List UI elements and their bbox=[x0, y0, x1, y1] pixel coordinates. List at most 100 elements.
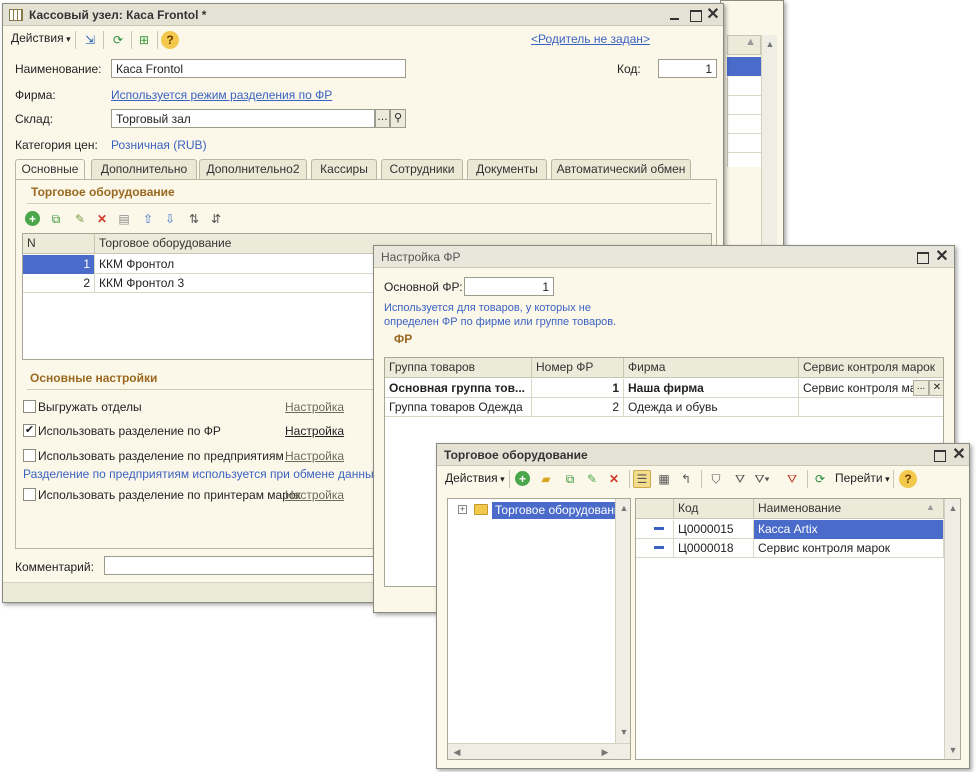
close-button[interactable]: ✕ bbox=[951, 447, 967, 463]
column-n[interactable]: N bbox=[23, 234, 95, 254]
scroll-left-icon[interactable]: ◀ bbox=[450, 745, 464, 759]
delete-icon[interactable]: ✕ bbox=[605, 470, 623, 488]
maximize-button[interactable] bbox=[914, 249, 930, 265]
enterprise-separation-checkbox[interactable] bbox=[23, 449, 36, 462]
list-item[interactable]: Ц0000015 Касса Artix bbox=[636, 520, 960, 539]
add-icon[interactable]: + bbox=[515, 471, 530, 486]
clear-icon[interactable]: ✕ bbox=[929, 380, 943, 396]
scroll-down-icon[interactable]: ▼ bbox=[946, 743, 960, 757]
copy-icon[interactable]: ⧉ bbox=[561, 470, 579, 488]
scroll-up-icon[interactable]: ▲ bbox=[617, 501, 630, 515]
fr-note-line2: определен ФР по фирме или группе товаров… bbox=[384, 316, 617, 328]
close-button[interactable]: ✕ bbox=[934, 249, 950, 265]
tab-additional2[interactable]: Дополнительно2 bbox=[199, 159, 307, 179]
table-row[interactable]: Группа товаров Одежда 2 Одежда и обувь bbox=[385, 398, 943, 417]
scroll-right-icon[interactable]: ▶ bbox=[598, 745, 612, 759]
edit-icon[interactable]: ✎ bbox=[71, 210, 89, 228]
column-code[interactable]: Код bbox=[674, 499, 754, 519]
column-firm[interactable]: Фирма bbox=[624, 358, 799, 378]
column-name[interactable]: Наименование bbox=[754, 499, 944, 519]
background-list-rows bbox=[727, 77, 761, 167]
maximize-button[interactable] bbox=[687, 7, 703, 23]
row-marking-service[interactable]: Сервис контроля мар bbox=[799, 379, 913, 398]
enterprise-separation-label: Использовать разделение по предприятиям bbox=[38, 449, 284, 463]
move-up-icon[interactable]: ⇧ bbox=[139, 210, 157, 228]
row-marking-service[interactable] bbox=[799, 398, 943, 417]
move-down-icon[interactable]: ⇩ bbox=[161, 210, 179, 228]
level-up-icon[interactable]: ↰ bbox=[677, 470, 695, 488]
fr-separation-checkbox[interactable]: ✔ bbox=[23, 424, 36, 437]
fr-titlebar[interactable]: Настройка ФР ✕ bbox=[374, 246, 954, 268]
edit-icon[interactable]: ✎ bbox=[583, 470, 601, 488]
tab-additional[interactable]: Дополнительно bbox=[91, 159, 197, 179]
item-code: Ц0000018 bbox=[674, 539, 754, 558]
parent-link[interactable]: <Родитель не задан> bbox=[531, 32, 650, 46]
element-icon bbox=[654, 546, 664, 549]
name-input[interactable]: Каса Frontol bbox=[111, 59, 406, 78]
list-vertical-scrollbar[interactable]: ▲ ▼ bbox=[944, 499, 960, 759]
filter-value-icon[interactable]: ⛛ bbox=[731, 470, 749, 488]
post-icon[interactable]: ▤ bbox=[115, 210, 133, 228]
tree-view-icon[interactable]: ☰ bbox=[633, 470, 651, 488]
select-button[interactable]: ... bbox=[913, 380, 929, 396]
maximize-button[interactable] bbox=[931, 447, 947, 463]
printer-separation-checkbox[interactable] bbox=[23, 488, 36, 501]
background-list-scrollbar[interactable]: ▲ bbox=[761, 35, 777, 245]
minimize-button[interactable] bbox=[667, 7, 683, 23]
main-fr-input[interactable]: 1 bbox=[464, 277, 554, 296]
tab-auto-exchange[interactable]: Автоматический обмен bbox=[551, 159, 691, 179]
code-input[interactable]: 1 bbox=[658, 59, 717, 78]
help-icon[interactable]: ? bbox=[899, 470, 917, 488]
expand-icon[interactable]: + bbox=[458, 505, 467, 514]
add-folder-icon[interactable]: ▰ bbox=[537, 470, 555, 488]
tree-vertical-scrollbar[interactable]: ▲ ▼ bbox=[615, 499, 630, 743]
save-close-icon[interactable]: ⇲ bbox=[81, 31, 99, 49]
equipment-titlebar[interactable]: Торговое оборудование ✕ bbox=[437, 444, 969, 466]
actions-menu[interactable]: Действия bbox=[445, 471, 505, 485]
column-fr-number[interactable]: Номер ФР bbox=[532, 358, 624, 378]
tab-employees[interactable]: Сотрудники bbox=[381, 159, 463, 179]
scroll-up-icon[interactable]: ▲ bbox=[946, 501, 960, 515]
list-item[interactable]: Ц0000018 Сервис контроля марок bbox=[636, 539, 960, 558]
search-icon[interactable]: ⚲ bbox=[390, 109, 406, 128]
filter-history-icon[interactable]: ⛛▾ bbox=[753, 470, 771, 488]
actions-menu[interactable]: Действия bbox=[11, 31, 71, 45]
warehouse-input[interactable]: Торговый зал bbox=[111, 109, 375, 128]
firm-link[interactable]: Используется режим разделения по ФР bbox=[111, 88, 332, 102]
help-icon[interactable]: ? bbox=[161, 31, 179, 49]
table-row[interactable]: Основная группа тов... 1 Наша фирма Серв… bbox=[385, 379, 943, 398]
tree-root-item[interactable]: Торговое оборудование bbox=[492, 502, 616, 519]
main-window-title: Кассовый узел: Каса Frontol * bbox=[29, 8, 207, 22]
tab-cashiers[interactable]: Кассиры bbox=[311, 159, 377, 179]
export-departments-settings-link[interactable]: Настройка bbox=[285, 400, 344, 414]
price-category-link[interactable]: Розничная (RUB) bbox=[111, 138, 207, 152]
copy-icon[interactable]: ⧉ bbox=[47, 210, 65, 228]
filter-set-icon[interactable]: ⛉ bbox=[707, 470, 725, 488]
refresh-icon[interactable]: ⟳ bbox=[811, 470, 829, 488]
column-product-group[interactable]: Группа товаров bbox=[385, 358, 532, 378]
export-departments-checkbox[interactable] bbox=[23, 400, 36, 413]
printer-separation-settings-link[interactable]: Настройка bbox=[285, 488, 344, 502]
add-icon[interactable]: + bbox=[25, 211, 40, 226]
scroll-down-icon[interactable]: ▼ bbox=[617, 725, 630, 739]
enterprise-separation-settings-link[interactable]: Настройка bbox=[285, 449, 344, 463]
scroll-up-icon[interactable]: ▲ bbox=[763, 37, 777, 51]
tab-main[interactable]: Основные bbox=[15, 159, 85, 180]
column-marking-service[interactable]: Сервис контроля марок bbox=[799, 358, 943, 378]
tab-documents[interactable]: Документы bbox=[467, 159, 547, 179]
close-button[interactable]: ✕ bbox=[705, 7, 721, 23]
main-titlebar[interactable]: Кассовый узел: Каса Frontol * ✕ bbox=[3, 4, 723, 26]
delete-icon[interactable]: ✕ bbox=[93, 210, 111, 228]
equipment-toolbar: Действия + ▰ ⧉ ✎ ✕ ☰ ▦ ↰ ⛉ ⛛ ⛛▾ ⛛ ⟳ Пере… bbox=[437, 467, 969, 493]
filter-clear-icon[interactable]: ⛛ bbox=[783, 470, 801, 488]
tree-horizontal-scrollbar[interactable]: ◀ ▶ bbox=[448, 743, 630, 759]
select-button[interactable]: … bbox=[375, 109, 390, 128]
fr-separation-settings-link[interactable]: Настройка bbox=[285, 424, 344, 438]
refresh-icon[interactable]: ⟳ bbox=[109, 31, 127, 49]
sort-desc-icon[interactable]: ⇵ bbox=[207, 210, 225, 228]
list-view-icon[interactable]: ▦ bbox=[655, 470, 673, 488]
background-list-header: ▲ bbox=[727, 35, 761, 55]
sort-asc-icon[interactable]: ⇅ bbox=[185, 210, 203, 228]
goto-menu[interactable]: Перейти bbox=[835, 471, 890, 485]
add-document-icon[interactable]: ⊞ bbox=[135, 31, 153, 49]
